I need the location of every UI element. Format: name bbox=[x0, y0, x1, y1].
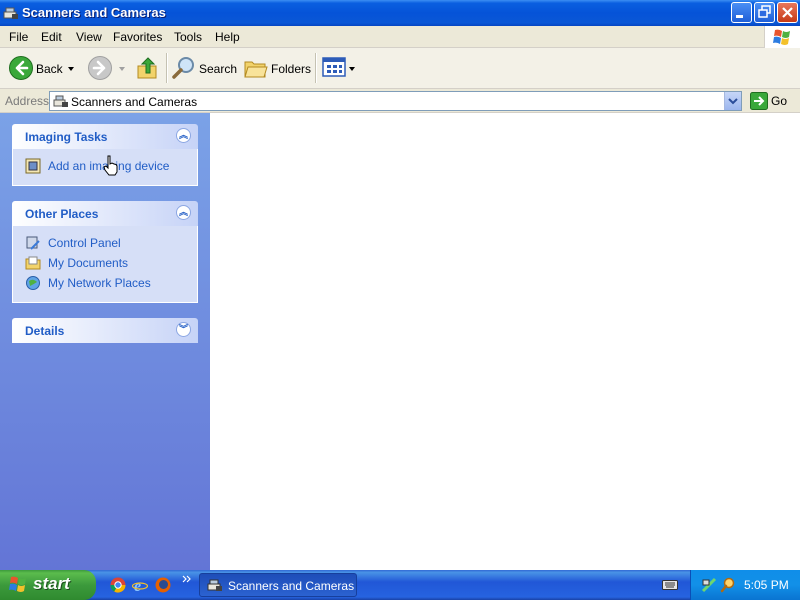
views-dropdown-icon[interactable] bbox=[348, 66, 356, 72]
search-tray-icon[interactable] bbox=[720, 577, 736, 593]
toolbar-separator bbox=[166, 53, 168, 83]
back-arrow-icon bbox=[9, 56, 33, 80]
back-button[interactable]: Back bbox=[8, 54, 78, 82]
my-network-places-label: My Network Places bbox=[48, 276, 151, 290]
file-list-area[interactable] bbox=[210, 113, 800, 570]
toolbar: Back Search Folders bbox=[0, 48, 800, 89]
scanner-camera-icon bbox=[3, 7, 18, 19]
window-title: Scanners and Cameras bbox=[22, 5, 166, 20]
back-dropdown-icon[interactable] bbox=[67, 66, 75, 72]
back-label: Back bbox=[36, 62, 63, 76]
menu-view[interactable]: View bbox=[76, 30, 102, 44]
internet-explorer-icon[interactable]: e bbox=[132, 577, 148, 593]
imaging-tasks-header[interactable]: Imaging Tasks ︽ bbox=[12, 124, 198, 149]
search-icon bbox=[172, 57, 194, 79]
views-button[interactable] bbox=[322, 54, 358, 82]
network-places-icon bbox=[26, 276, 40, 290]
close-button[interactable] bbox=[777, 2, 798, 23]
go-arrow-icon bbox=[750, 92, 768, 110]
minimize-button[interactable] bbox=[731, 2, 752, 23]
start-button[interactable]: start bbox=[0, 570, 96, 600]
menu-tools[interactable]: Tools bbox=[174, 30, 202, 44]
up-folder-button[interactable] bbox=[135, 54, 161, 82]
quick-launch-overflow-icon[interactable] bbox=[182, 575, 192, 583]
search-label: Search bbox=[199, 62, 238, 76]
windows-logo bbox=[764, 26, 800, 48]
scanner-camera-icon bbox=[207, 579, 222, 591]
add-device-icon bbox=[25, 158, 41, 174]
folders-label: Folders bbox=[271, 62, 312, 76]
folders-button[interactable]: Folders bbox=[243, 54, 312, 82]
task-pane: Imaging Tasks ︽ Add an imaging device Ot… bbox=[0, 113, 210, 570]
menu-edit[interactable]: Edit bbox=[41, 30, 62, 44]
taskbar-window-scanners[interactable]: Scanners and Cameras bbox=[199, 573, 357, 597]
menu-favorites[interactable]: Favorites bbox=[113, 30, 162, 44]
forward-dropdown-icon[interactable] bbox=[118, 66, 126, 72]
windows-flag-icon bbox=[9, 576, 26, 592]
my-documents-label: My Documents bbox=[48, 256, 129, 270]
menu-file[interactable]: File bbox=[9, 30, 28, 44]
search-button[interactable]: Search bbox=[171, 54, 238, 82]
control-panel-icon bbox=[26, 236, 40, 250]
menu-help[interactable]: Help bbox=[215, 30, 240, 44]
taskbar: start e Scanners and Cameras 5:05 PM bbox=[0, 570, 800, 600]
hand-cursor-icon bbox=[103, 155, 118, 176]
forward-arrow-icon bbox=[88, 56, 112, 80]
windows-flag-icon bbox=[773, 29, 790, 45]
title-bar: Scanners and Cameras bbox=[0, 0, 800, 26]
address-label: Address bbox=[5, 94, 50, 108]
go-label: Go bbox=[771, 94, 788, 108]
svg-text:e: e bbox=[134, 578, 141, 593]
address-dropdown-button[interactable] bbox=[724, 92, 741, 110]
address-bar: Address Scanners and Cameras Go bbox=[0, 89, 800, 113]
go-button[interactable]: Go bbox=[748, 92, 798, 110]
taskbar-window-label: Scanners and Cameras bbox=[228, 579, 355, 593]
collapse-chevron-icon[interactable]: ︽ bbox=[176, 128, 191, 143]
folders-icon bbox=[244, 61, 268, 78]
network-tray-icon[interactable] bbox=[701, 577, 717, 593]
scanner-camera-icon bbox=[53, 95, 68, 107]
other-places-header[interactable]: Other Places ︽ bbox=[12, 201, 198, 226]
control-panel-label: Control Panel bbox=[48, 236, 121, 250]
restore-icon bbox=[758, 5, 771, 18]
collapse-chevron-icon[interactable]: ︽ bbox=[176, 205, 191, 220]
minimize-icon bbox=[736, 15, 743, 18]
other-places-title: Other Places bbox=[25, 207, 99, 221]
start-label: start bbox=[33, 574, 70, 593]
views-icon bbox=[322, 57, 346, 77]
address-input[interactable]: Scanners and Cameras bbox=[49, 91, 742, 111]
chrome-icon[interactable] bbox=[110, 577, 126, 593]
firefox-icon[interactable] bbox=[155, 577, 171, 593]
system-tray: 5:05 PM bbox=[690, 570, 800, 600]
details-panel: Details ︾ bbox=[12, 318, 198, 343]
keyboard-icon[interactable] bbox=[662, 579, 678, 591]
details-header[interactable]: Details ︾ bbox=[12, 318, 198, 343]
folder-up-icon bbox=[137, 57, 157, 79]
other-places-body: Control Panel My Documents My Network Pl… bbox=[12, 226, 198, 303]
chevron-down-icon bbox=[728, 98, 738, 105]
menu-bar: File Edit View Favorites Tools Help bbox=[0, 26, 800, 48]
restore-button[interactable] bbox=[754, 2, 775, 23]
toolbar-separator bbox=[315, 53, 317, 83]
other-places-panel: Other Places ︽ Control Panel My Document… bbox=[12, 201, 198, 303]
expand-chevron-icon[interactable]: ︾ bbox=[176, 322, 191, 337]
address-value: Scanners and Cameras bbox=[71, 95, 198, 109]
forward-button[interactable] bbox=[87, 54, 127, 82]
my-documents-icon bbox=[25, 256, 41, 270]
taskbar-clock: 5:05 PM bbox=[744, 578, 789, 592]
details-title: Details bbox=[25, 324, 65, 338]
imaging-tasks-title: Imaging Tasks bbox=[25, 130, 108, 144]
close-icon bbox=[782, 7, 793, 18]
